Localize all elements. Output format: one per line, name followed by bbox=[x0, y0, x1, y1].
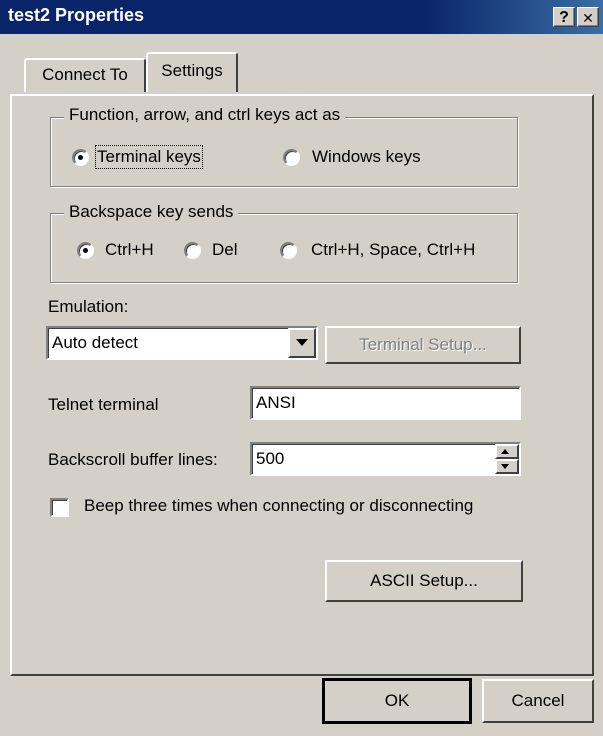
tab-settings-label: Settings bbox=[161, 61, 223, 80]
arrow-down-icon bbox=[501, 464, 509, 469]
backscroll-input[interactable]: 500 bbox=[250, 442, 521, 476]
tab-settings[interactable]: Settings bbox=[146, 52, 238, 92]
help-button[interactable]: ? bbox=[553, 7, 575, 27]
emulation-value: Auto detect bbox=[52, 333, 139, 352]
backspace-legend: Backspace key sends bbox=[64, 202, 239, 222]
beep-label[interactable]: Beep three times when connecting or disc… bbox=[84, 496, 473, 516]
dropdown-button[interactable] bbox=[288, 328, 316, 358]
arrow-up-icon bbox=[501, 449, 509, 454]
backscroll-value: 500 bbox=[256, 449, 285, 468]
windows-keys-label[interactable]: Windows keys bbox=[312, 147, 421, 167]
ctrl-h-space-radio[interactable] bbox=[280, 242, 297, 259]
telnet-terminal-value: ANSI bbox=[256, 393, 296, 412]
ctrl-h-space-label[interactable]: Ctrl+H, Space, Ctrl+H bbox=[311, 240, 475, 260]
terminal-keys-radio[interactable] bbox=[72, 149, 89, 166]
telnet-terminal-input[interactable]: ANSI bbox=[250, 386, 521, 420]
ctrl-h-label[interactable]: Ctrl+H bbox=[105, 240, 154, 260]
function-keys-legend: Function, arrow, and ctrl keys act as bbox=[64, 105, 346, 125]
emulation-select[interactable]: Auto detect bbox=[46, 326, 318, 360]
del-radio[interactable] bbox=[184, 242, 201, 259]
del-label[interactable]: Del bbox=[212, 240, 238, 260]
terminal-setup-button[interactable]: Terminal Setup... bbox=[325, 326, 521, 364]
spinner-down-button[interactable] bbox=[495, 459, 519, 474]
spinner-up-button[interactable] bbox=[495, 444, 519, 459]
ok-button[interactable]: OK bbox=[322, 678, 472, 724]
telnet-terminal-label: Telnet terminal bbox=[48, 395, 159, 414]
tab-connect-to[interactable]: Connect To bbox=[24, 58, 146, 92]
ctrl-h-radio[interactable] bbox=[77, 242, 94, 259]
window-title: test2 Properties bbox=[8, 5, 145, 25]
ascii-setup-button[interactable]: ASCII Setup... bbox=[325, 560, 523, 602]
backscroll-label: Backscroll buffer lines: bbox=[48, 450, 218, 469]
beep-checkbox[interactable] bbox=[50, 498, 69, 517]
radio-selected-dot bbox=[78, 155, 83, 160]
tab-connect-to-label: Connect To bbox=[42, 65, 128, 84]
title-bar[interactable]: test2 Properties ? ✕ bbox=[0, 0, 603, 34]
terminal-keys-label[interactable]: Terminal keys bbox=[95, 145, 203, 169]
close-button[interactable]: ✕ bbox=[577, 7, 599, 27]
chevron-down-icon bbox=[296, 339, 308, 346]
emulation-label: Emulation: bbox=[48, 297, 129, 316]
close-icon: ✕ bbox=[582, 10, 594, 26]
cancel-button[interactable]: Cancel bbox=[482, 679, 594, 723]
windows-keys-radio[interactable] bbox=[283, 149, 300, 166]
radio-selected-dot bbox=[83, 248, 88, 253]
